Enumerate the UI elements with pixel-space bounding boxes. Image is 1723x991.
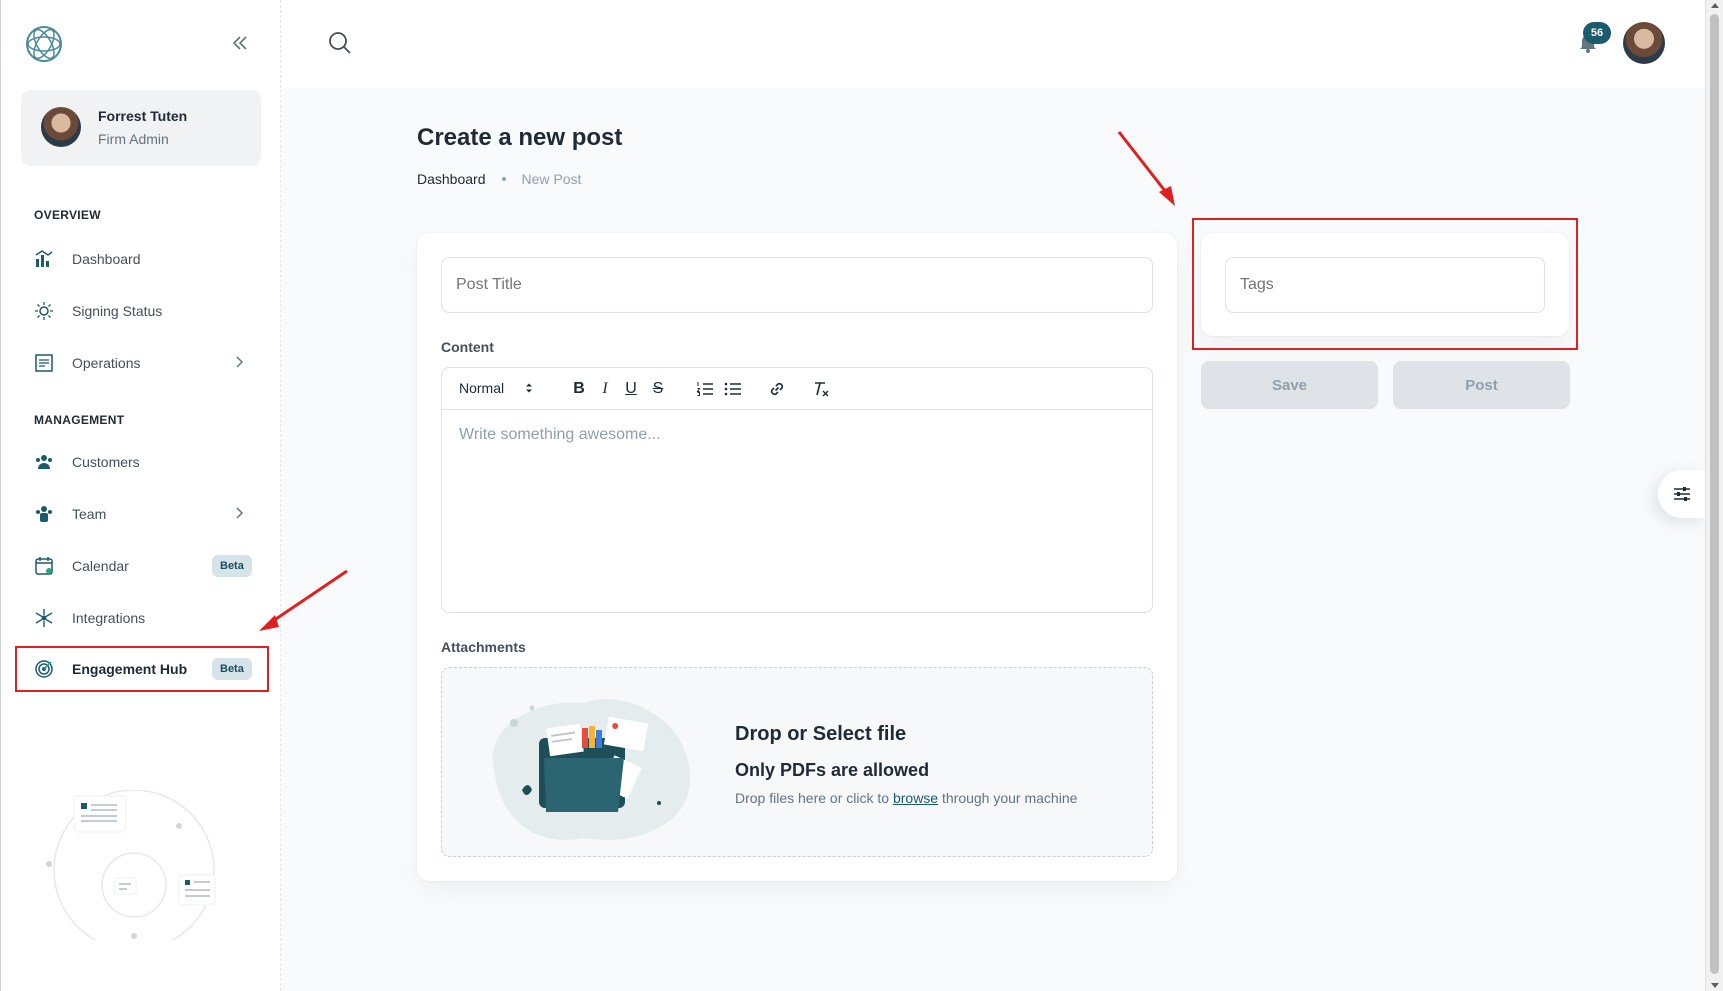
- sidebar-item-label: Engagement Hub: [72, 661, 188, 677]
- chevron-right-icon: [236, 356, 244, 368]
- sidebar-item-engagement-hub[interactable]: Engagement Hub Beta: [15, 646, 269, 692]
- beta-badge: Beta: [212, 555, 252, 577]
- post-title-input[interactable]: [441, 257, 1153, 313]
- operations-icon: [35, 354, 53, 372]
- tags-card: [1201, 233, 1569, 336]
- sidebar-item-dashboard[interactable]: Dashboard: [15, 236, 269, 282]
- sidebar-item-label: Dashboard: [72, 251, 141, 267]
- tags-input[interactable]: [1225, 257, 1545, 313]
- sidebar-item-label: Calendar: [72, 558, 129, 574]
- annotation-arrow-sidebar: [259, 569, 348, 631]
- post-button[interactable]: Post: [1393, 361, 1570, 409]
- content-label: Content: [441, 339, 494, 355]
- scroll-down-icon[interactable]: [1711, 983, 1719, 988]
- app-logo[interactable]: [25, 25, 63, 63]
- search-icon[interactable]: [327, 30, 353, 56]
- customers-icon: [36, 455, 52, 469]
- breadcrumb-current: New Post: [521, 171, 582, 187]
- chevron-right-icon: [236, 507, 244, 519]
- section-label-management: MANAGEMENT: [34, 413, 125, 427]
- sliders-icon: [1674, 487, 1690, 501]
- select-arrows-icon: [526, 383, 533, 393]
- top-bar: [282, 0, 1705, 88]
- underline-icon[interactable]: U: [622, 380, 640, 398]
- user-card[interactable]: Forrest Tuten Firm Admin: [21, 90, 261, 166]
- calendar-icon: [35, 557, 53, 575]
- bullet-list-icon[interactable]: [724, 380, 742, 398]
- page-title: Create a new post: [417, 124, 623, 151]
- page-scrollbar[interactable]: [1705, 0, 1723, 991]
- section-label-overview: OVERVIEW: [34, 208, 101, 222]
- save-button[interactable]: Save: [1201, 361, 1378, 409]
- sidebar-item-operations[interactable]: Operations: [15, 340, 269, 386]
- sidebar-illustration: [46, 790, 216, 940]
- strikethrough-icon[interactable]: S: [649, 380, 667, 398]
- user-name: Forrest Tuten: [98, 108, 188, 124]
- avatar[interactable]: [1623, 22, 1665, 64]
- sidebar-item-calendar[interactable]: Calendar Beta: [15, 543, 269, 589]
- bold-icon[interactable]: B: [570, 380, 588, 398]
- dropzone-title: Drop or Select file: [735, 723, 907, 745]
- target-icon: [35, 660, 53, 678]
- dropzone-hint-before: Drop files here or click to: [735, 790, 893, 806]
- integrations-icon: [35, 609, 53, 627]
- avatar: [41, 107, 81, 147]
- user-role: Firm Admin: [98, 131, 169, 147]
- sidebar-item-label: Operations: [72, 355, 141, 371]
- signing-icon: [35, 302, 53, 320]
- dashboard-icon: [35, 250, 53, 267]
- link-icon[interactable]: [768, 380, 786, 398]
- dropzone-hint: Drop files here or click to browse throu…: [735, 790, 1077, 806]
- rich-text-editor[interactable]: Normal B I U S Write something awesome..…: [441, 367, 1153, 613]
- attachments-label: Attachments: [441, 639, 526, 655]
- format-select-value: Normal: [459, 380, 505, 396]
- sidebar-item-team[interactable]: Team: [15, 491, 269, 537]
- sidebar-item-label: Signing Status: [72, 303, 163, 319]
- clear-format-icon[interactable]: [812, 380, 830, 398]
- dropzone-subtitle: Only PDFs are allowed: [735, 760, 930, 780]
- folder-illustration: [492, 699, 691, 840]
- settings-button[interactable]: [1658, 470, 1706, 518]
- scroll-up-icon[interactable]: [1711, 3, 1719, 8]
- sidebar-item-label: Customers: [72, 454, 140, 470]
- team-icon: [36, 506, 52, 522]
- breadcrumb-dashboard[interactable]: Dashboard: [417, 171, 486, 187]
- editor-placeholder: Write something awesome...: [459, 426, 661, 443]
- italic-icon[interactable]: I: [596, 380, 614, 398]
- sidebar-item-label: Team: [72, 506, 107, 522]
- annotation-arrow-tags: [1117, 131, 1175, 206]
- scroll-thumb[interactable]: [1710, 14, 1719, 974]
- sidebar-item-label: Integrations: [72, 610, 146, 626]
- sidebar-item-customers[interactable]: Customers: [15, 439, 269, 485]
- file-dropzone[interactable]: Drop or Select file Only PDFs are allowe…: [441, 667, 1153, 857]
- collapse-sidebar-icon[interactable]: [229, 32, 251, 54]
- dropzone-hint-after: through your machine: [938, 790, 1078, 806]
- sidebar-item-signing-status[interactable]: Signing Status: [15, 288, 269, 334]
- breadcrumb: Dashboard New Post: [417, 171, 581, 187]
- ordered-list-icon[interactable]: [696, 380, 714, 398]
- browse-link[interactable]: browse: [893, 790, 938, 806]
- notification-badge: 56: [1583, 22, 1611, 44]
- breadcrumb-separator: [501, 177, 506, 181]
- sidebar: Forrest Tuten Firm Admin OVERVIEW Dashbo…: [0, 0, 281, 991]
- post-form-card: Content Normal B I U S Write something a…: [417, 233, 1177, 881]
- format-select[interactable]: Normal: [459, 380, 534, 396]
- sidebar-item-integrations[interactable]: Integrations: [15, 595, 269, 641]
- editor-toolbar: Normal B I U S: [442, 368, 1152, 410]
- beta-badge: Beta: [212, 658, 252, 680]
